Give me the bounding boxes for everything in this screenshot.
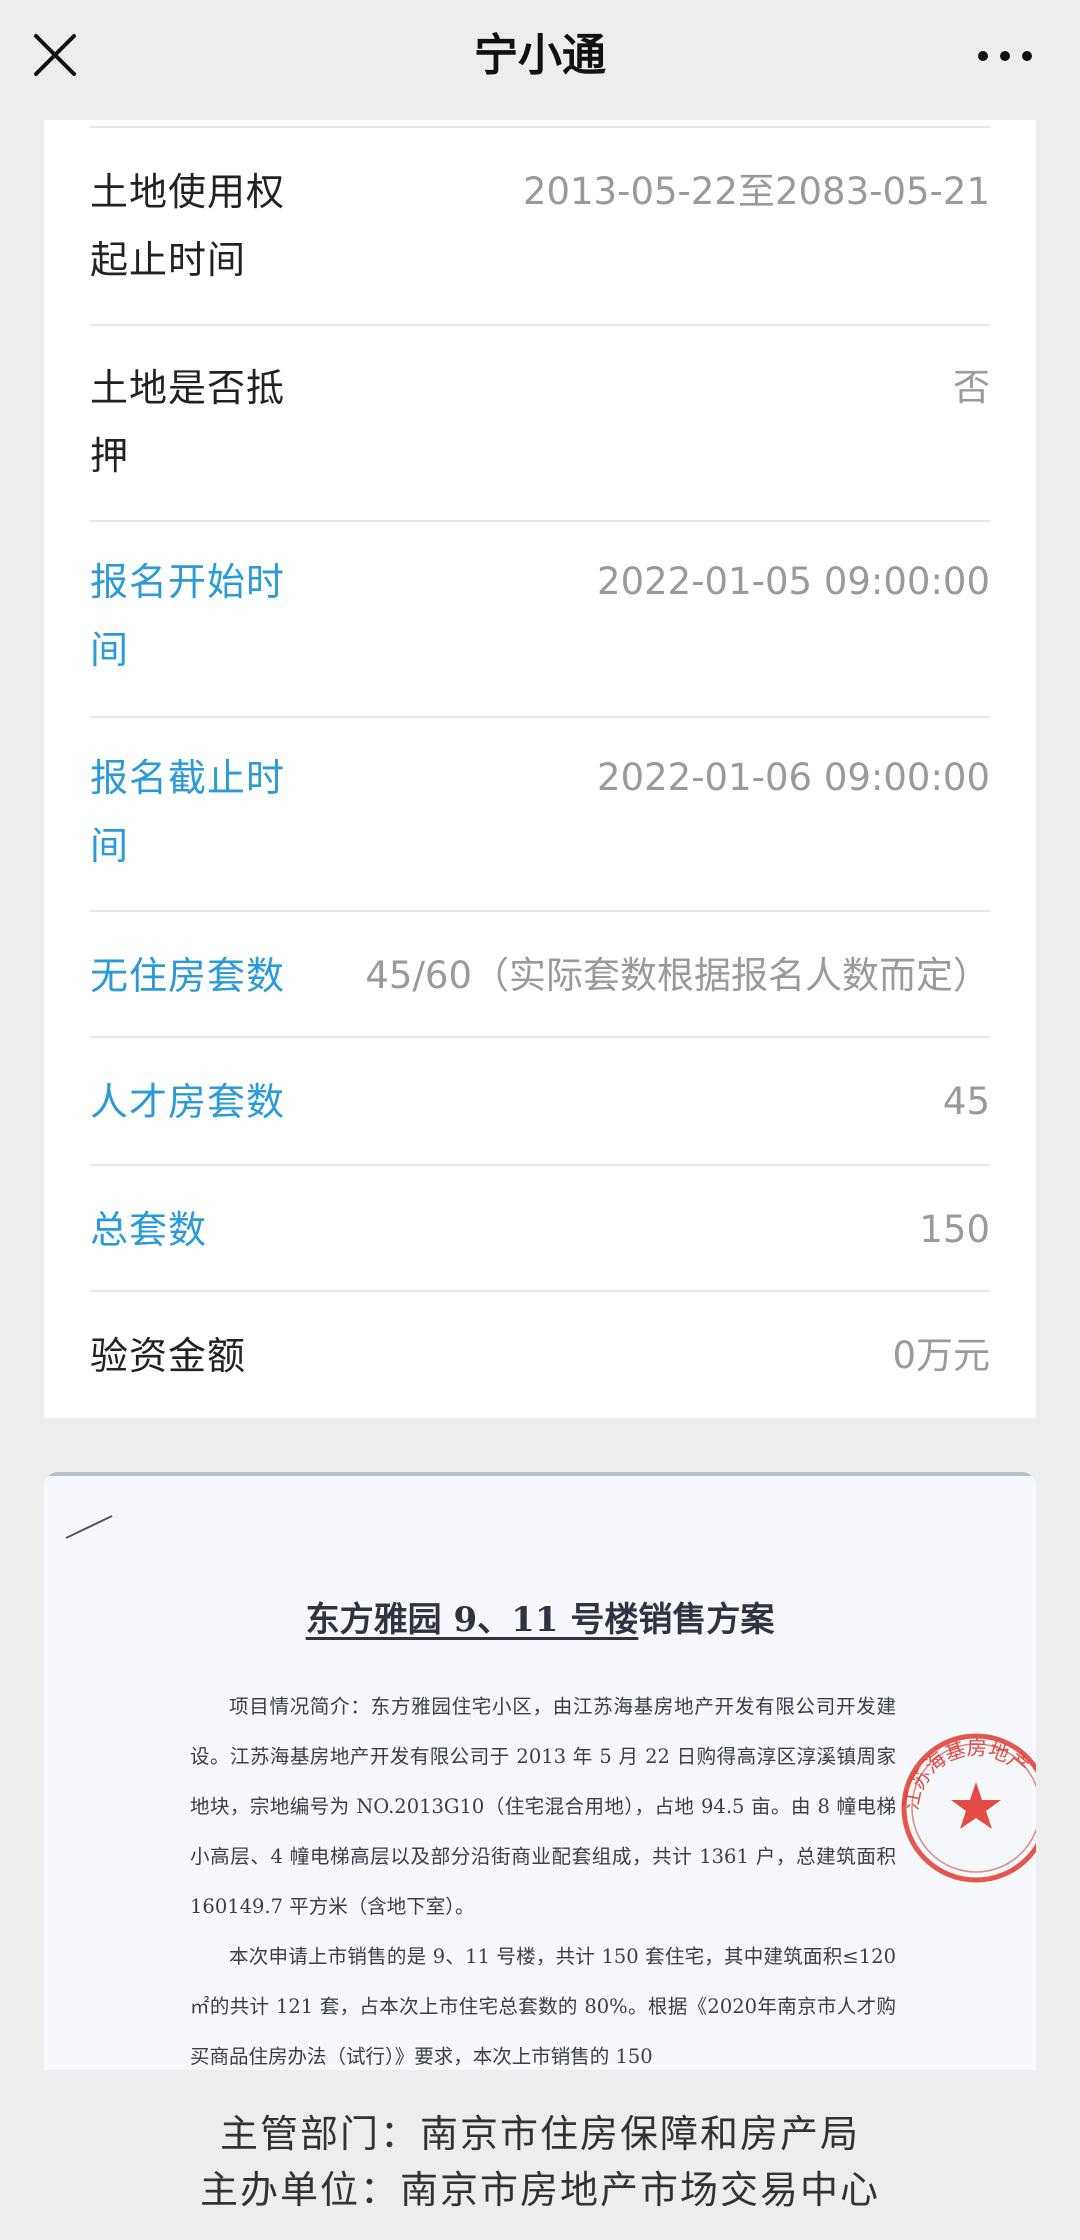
official-seal: 江苏海基房地产 bbox=[899, 1733, 1036, 1883]
document-body: 项目情况简介：东方雅园住宅小区，由江苏海基房地产开发有限公司开发建设。江苏海基房… bbox=[190, 1682, 896, 2070]
land-mortgage-value: 否 bbox=[953, 366, 990, 409]
divider bbox=[90, 126, 990, 128]
registration-start-label: 报名开始时间 bbox=[90, 560, 286, 672]
deposit-label: 验资金额 bbox=[90, 1334, 247, 1378]
registration-start-value: 2022-01-05 09:00:00 bbox=[597, 560, 990, 603]
more-options-icon[interactable] bbox=[975, 38, 1035, 78]
document-edge bbox=[44, 1472, 1036, 1476]
total-units-value: 150 bbox=[919, 1208, 990, 1251]
document-paragraph: 本次申请上市销售的是 9、11 号楼，共计 150 套住宅，其中建筑面积≤120… bbox=[190, 1945, 896, 2068]
scan-mark bbox=[65, 1515, 113, 1539]
sales-plan-document-image[interactable]: 东方雅园 9、11 号楼销售方案 项目情况简介：东方雅园住宅小区，由江苏海基房地… bbox=[44, 1472, 1036, 2070]
divider bbox=[90, 1036, 990, 1038]
registration-end-label: 报名截止时间 bbox=[90, 756, 286, 868]
no-house-units-label: 无住房套数 bbox=[90, 954, 286, 998]
footer: 主管部门：南京市住房保障和房产局 主办单位：南京市房地产市场交易中心 bbox=[0, 2070, 1080, 2240]
land-mortgage-label: 土地是否抵押 bbox=[90, 366, 286, 478]
document-paragraph: 项目情况简介：东方雅园住宅小区，由江苏海基房地产开发有限公司开发建设。江苏海基房… bbox=[190, 1695, 896, 1918]
document-title: 东方雅园 9、11 号楼销售方案 bbox=[44, 1592, 1036, 1641]
talent-units-label: 人才房套数 bbox=[90, 1080, 286, 1124]
deposit-value: 0万元 bbox=[892, 1334, 990, 1377]
divider bbox=[90, 1290, 990, 1292]
total-units-label: 总套数 bbox=[90, 1208, 208, 1252]
page-title: 宁小通 bbox=[474, 30, 606, 81]
land-use-period-label: 土地使用权起止时间 bbox=[90, 170, 286, 282]
divider bbox=[90, 1164, 990, 1166]
footer-department: 主管部门：南京市住房保障和房产局 bbox=[219, 2112, 860, 2156]
divider bbox=[90, 520, 990, 522]
land-use-period-value: 2013-05-22至2083-05-21 bbox=[522, 170, 990, 213]
footer-organizer: 主办单位：南京市房地产市场交易中心 bbox=[199, 2168, 880, 2212]
talent-units-value: 45 bbox=[942, 1080, 990, 1123]
divider bbox=[90, 910, 990, 912]
nav-bar: 宁小通 bbox=[0, 0, 1080, 120]
divider bbox=[90, 716, 990, 718]
divider bbox=[90, 324, 990, 326]
no-house-units-value: 45/60（实际套数根据报名人数而定） bbox=[365, 954, 990, 997]
document-title-building: 东方雅园 9、11 号楼 bbox=[305, 1600, 639, 1640]
project-info-card: 土地使用权起止时间 2013-05-22至2083-05-21 土地是否抵押 否… bbox=[44, 120, 1036, 1418]
registration-end-value: 2022-01-06 09:00:00 bbox=[597, 756, 990, 799]
document-title-suffix: 销售方案 bbox=[638, 1600, 775, 1640]
